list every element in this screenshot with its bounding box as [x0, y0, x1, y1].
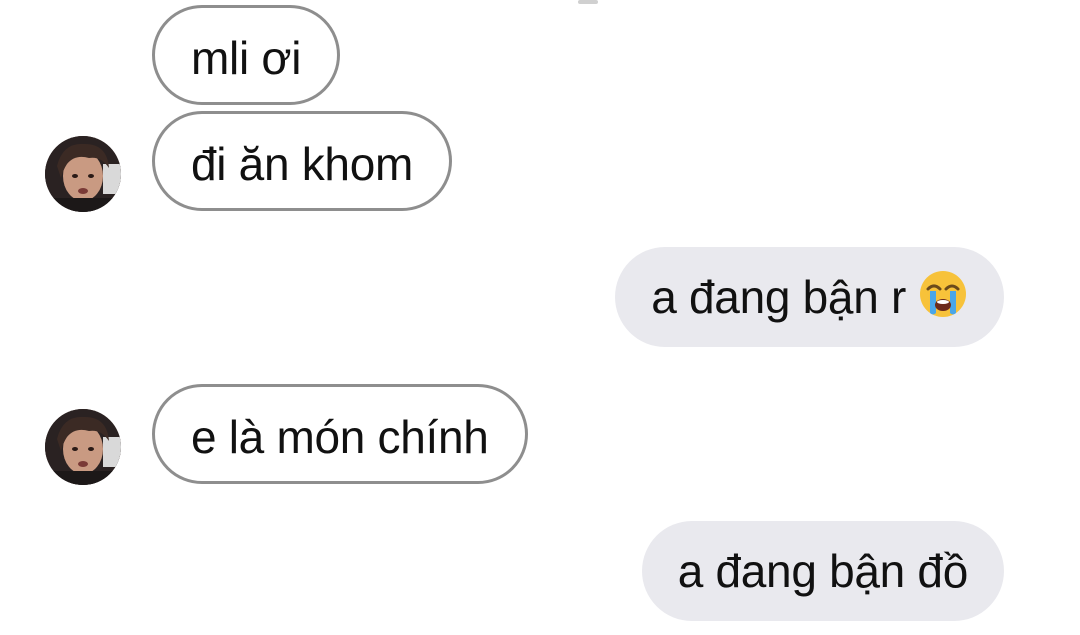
incoming-message-bubble[interactable]: e là món chính [152, 384, 528, 484]
message-thread: mli ơi đi ăn khom a đang bận r e là món … [0, 0, 1080, 635]
loudly-crying-face-emoji-icon [918, 253, 968, 317]
message-text: mli ơi [191, 32, 302, 84]
message-text: a đang bận r [651, 271, 906, 323]
contact-avatar[interactable] [45, 136, 121, 212]
outgoing-message-bubble[interactable]: a đang bận r [615, 247, 1004, 347]
incoming-message-bubble[interactable]: đi ăn khom [152, 111, 453, 211]
previous-message-edge [578, 0, 598, 4]
message-text: e là món chính [191, 411, 489, 463]
contact-avatar[interactable] [45, 409, 121, 485]
outgoing-message-bubble[interactable]: a đang bận đồ [641, 521, 1004, 621]
message-text: đi ăn khom [191, 138, 414, 190]
message-text: a đang bận đồ [677, 545, 969, 597]
incoming-message-bubble[interactable]: mli ơi [152, 5, 341, 105]
